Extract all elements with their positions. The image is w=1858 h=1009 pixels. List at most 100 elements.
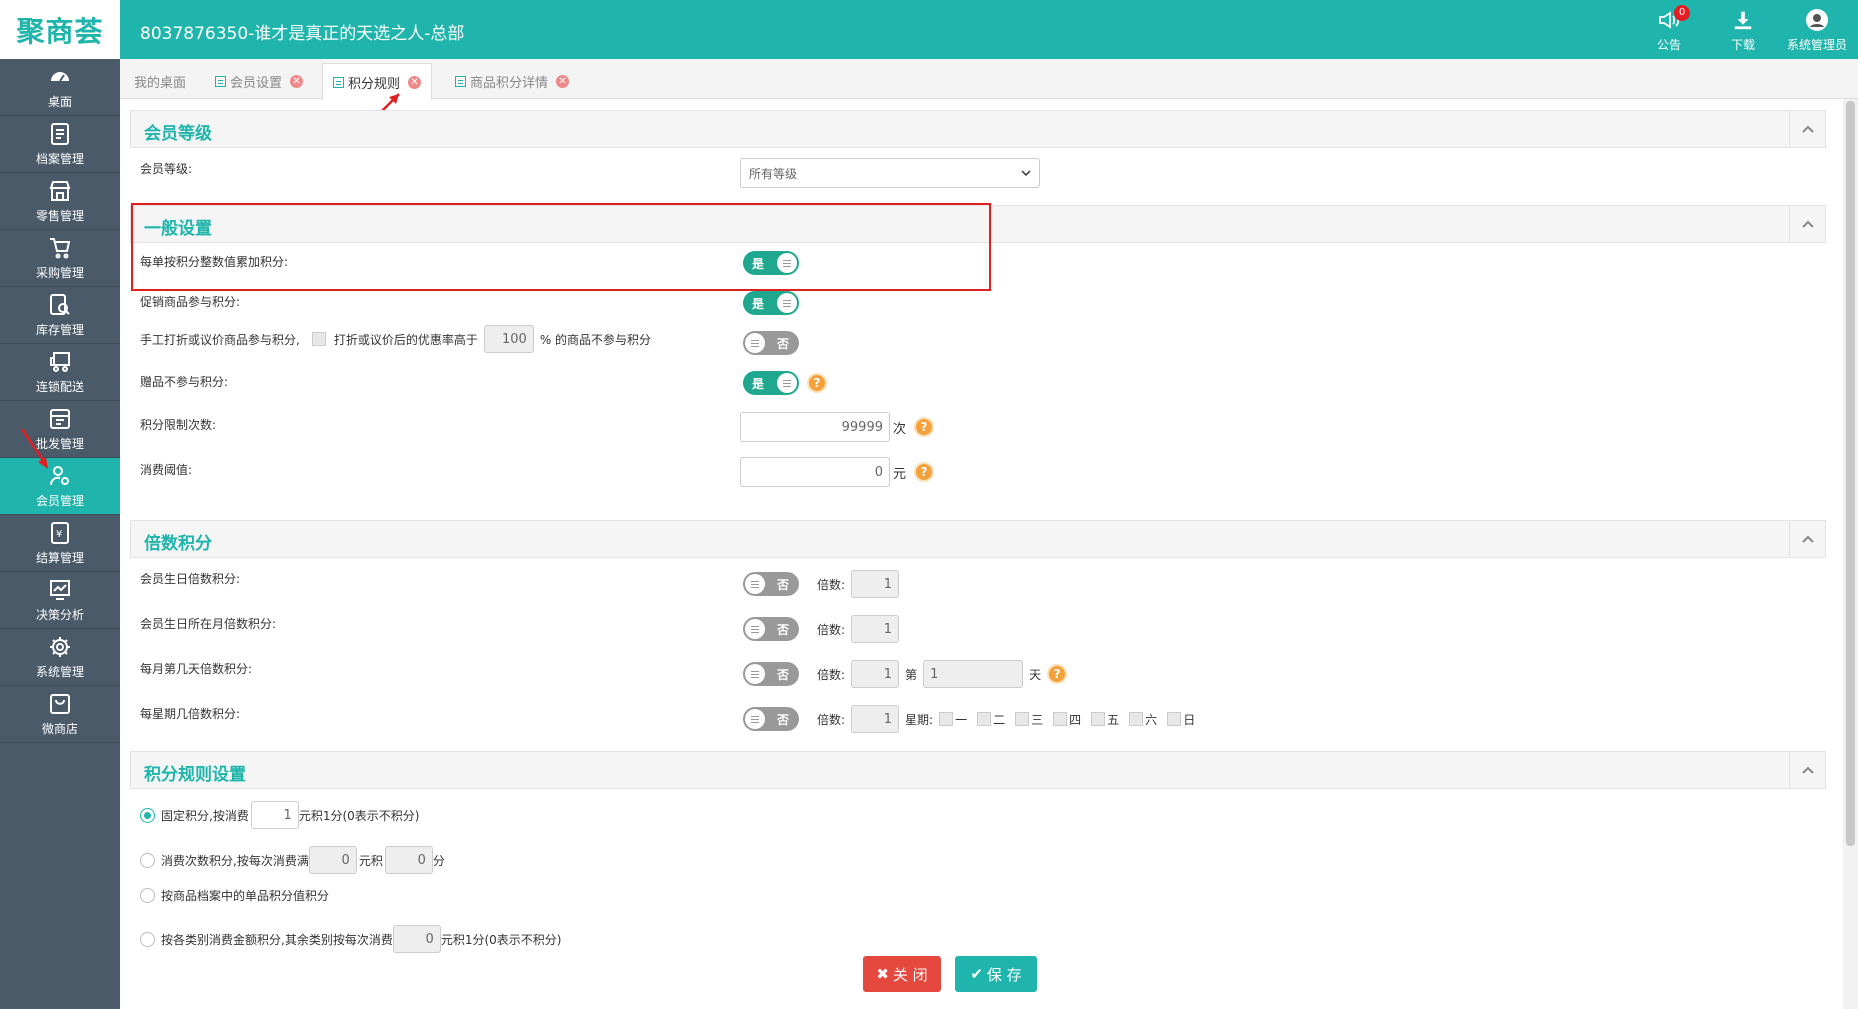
birthday-toggle[interactable]: 否 xyxy=(743,572,799,596)
birth-month-multiplier-input[interactable]: 1 xyxy=(851,615,900,643)
rule-fixed-suffix: 元积1分(0表示不积分) xyxy=(298,808,420,823)
collapse-button[interactable] xyxy=(1789,521,1825,557)
tab-my-desktop[interactable]: 我的桌面 xyxy=(124,63,196,99)
collapse-button[interactable] xyxy=(1789,111,1825,147)
weekday-checkbox-tue[interactable] xyxy=(977,712,992,726)
sidebar-item-delivery[interactable]: 连锁配送 xyxy=(0,344,120,401)
gift-points-toggle[interactable]: 是 xyxy=(743,371,799,395)
rule-category-radio[interactable] xyxy=(140,931,155,947)
multiplier-label: 倍数: xyxy=(817,622,846,637)
sidebar-item-microshop[interactable]: 微商店 xyxy=(0,686,120,743)
close-icon[interactable]: ✕ xyxy=(408,75,422,89)
member-level-label: 会员等级: xyxy=(140,162,193,176)
archive-icon xyxy=(47,121,73,147)
scrollbar[interactable] xyxy=(1843,99,1858,1009)
collapse-button[interactable] xyxy=(1789,206,1825,242)
announcement-button[interactable]: 0 公告 xyxy=(1642,5,1696,53)
section-header: 一般设置 xyxy=(130,205,1826,243)
tab-member-settings[interactable]: 会员设置 ✕ xyxy=(205,63,313,99)
threshold-input[interactable]: 0 xyxy=(740,457,890,487)
help-icon[interactable]: ? xyxy=(914,462,935,482)
limit-times-unit: 次 xyxy=(893,421,907,437)
weekday-toggle[interactable]: 否 xyxy=(743,707,799,731)
collapse-button[interactable] xyxy=(1789,752,1825,788)
multiplier-label: 倍数: xyxy=(817,667,846,682)
multiplier-label: 倍数: xyxy=(817,712,846,727)
help-icon[interactable]: ? xyxy=(807,373,827,393)
download-button[interactable]: 下载 xyxy=(1716,6,1770,53)
scrollbar-thumb[interactable] xyxy=(1846,101,1855,846)
weekday-checkbox-sun[interactable] xyxy=(1167,712,1182,726)
weekday-label-wed: 三 xyxy=(1031,712,1044,727)
day-value: 1 xyxy=(930,666,939,682)
rule-category-input[interactable]: 0 xyxy=(392,925,441,953)
weekday-checkbox-wed[interactable] xyxy=(1015,712,1030,726)
chevron-up-icon xyxy=(1801,125,1814,133)
limit-times-input[interactable]: 99999 xyxy=(740,412,890,442)
rule-count-amount-value: 0 xyxy=(341,852,350,868)
tab-product-points[interactable]: 商品积分详情 ✕ xyxy=(445,63,579,99)
close-icon[interactable]: ✕ xyxy=(556,74,570,88)
limit-times-ctrl: 99999 次 ? xyxy=(740,412,935,442)
toggle-knob xyxy=(745,664,765,684)
integer-points-toggle[interactable]: 是 xyxy=(743,251,799,275)
close-icon[interactable]: ✕ xyxy=(290,74,304,88)
section-rules: 积分规则设置 固定积分,按消费 1 元积1分(0表示不积分) 消费次数积分,按每… xyxy=(130,751,1826,953)
sidebar-item-label: 连锁配送 xyxy=(35,380,84,394)
sidebar-item-purchase[interactable]: 采购管理 xyxy=(0,230,120,287)
month-day-input[interactable]: 1 xyxy=(923,660,1024,688)
weekday-checkbox-mon[interactable] xyxy=(939,712,954,726)
help-icon[interactable]: ? xyxy=(914,417,935,437)
member-level-select[interactable]: 所有等级 xyxy=(740,158,1040,188)
weekday-multiplier-input[interactable]: 1 xyxy=(851,705,900,733)
toggle-text: 是 xyxy=(752,257,765,271)
weekday-checkbox-fri[interactable] xyxy=(1091,712,1106,726)
help-icon[interactable]: ? xyxy=(1047,664,1068,684)
threshold-label: 消费阈值: xyxy=(140,463,193,477)
manual-discount-suffix: % 的商品不参与积分 xyxy=(539,332,652,347)
sidebar-item-retail[interactable]: 零售管理 xyxy=(0,173,120,230)
manual-discount-checkbox[interactable] xyxy=(311,332,326,346)
birth-month-toggle[interactable]: 否 xyxy=(743,617,799,641)
rule-item-radio[interactable] xyxy=(140,888,155,903)
rule-fixed: 固定积分,按消费 1 元积1分(0表示不积分) xyxy=(140,801,419,829)
settlement-icon: ¥ xyxy=(47,520,73,546)
promo-points-toggle[interactable]: 是 xyxy=(743,291,799,315)
rule-count-points-value: 0 xyxy=(417,852,426,868)
store-icon xyxy=(47,178,73,204)
birthday-multiplier-input[interactable]: 1 xyxy=(851,570,900,598)
rule-count-amount-input[interactable]: 0 xyxy=(308,846,357,874)
rule-count-radio[interactable] xyxy=(140,852,155,868)
sidebar-item-desktop[interactable]: 桌面 xyxy=(0,59,120,116)
weekday-label: 每星期几倍数积分: xyxy=(140,707,241,721)
rule-fixed-input[interactable]: 1 xyxy=(250,801,299,829)
manual-discount-toggle[interactable]: 否 xyxy=(743,331,799,355)
close-icon: ✖ xyxy=(876,965,889,983)
multiplier-value: 1 xyxy=(883,621,893,637)
app-logo[interactable]: 聚商荟 xyxy=(0,0,120,59)
section-multiple: 倍数积分 会员生日倍数积分: 否 倍数: 1 会员生日所在月倍数积分: 否 倍数… xyxy=(130,520,1826,733)
sidebar-item-system[interactable]: 系统管理 xyxy=(0,629,120,686)
sidebar-item-archive[interactable]: 档案管理 xyxy=(0,116,120,173)
rule-fixed-radio[interactable] xyxy=(140,807,155,823)
sidebar-item-settlement[interactable]: ¥ 结算管理 xyxy=(0,515,120,572)
rule-count-points-input[interactable]: 0 xyxy=(384,846,433,874)
chevron-up-icon xyxy=(1801,766,1814,774)
toggle-text: 否 xyxy=(776,337,789,351)
close-button[interactable]: ✖ 关 闭 xyxy=(863,956,941,992)
discount-rate-input[interactable]: 100 xyxy=(483,325,534,353)
user-menu[interactable]: 系统管理员 xyxy=(1787,6,1847,53)
month-day-toggle[interactable]: 否 xyxy=(743,662,799,686)
action-bar: ✖ 关 闭 ✔ 保 存 xyxy=(863,956,1037,992)
member-level-select-wrap: 所有等级 xyxy=(740,158,1040,188)
weekday-checkbox-thu[interactable] xyxy=(1053,712,1068,726)
sidebar-item-analysis[interactable]: 决策分析 xyxy=(0,572,120,629)
toggle-knob xyxy=(777,373,797,393)
weekday-checkbox-sat[interactable] xyxy=(1129,712,1144,726)
month-day-multiplier-input[interactable]: 1 xyxy=(851,660,900,688)
sidebar-item-label: 采购管理 xyxy=(35,266,84,280)
save-button[interactable]: ✔ 保 存 xyxy=(955,956,1037,992)
day-prefix: 第 xyxy=(905,667,918,682)
annotation-arrow-icon xyxy=(20,428,48,469)
sidebar-item-inventory[interactable]: 库存管理 xyxy=(0,287,120,344)
